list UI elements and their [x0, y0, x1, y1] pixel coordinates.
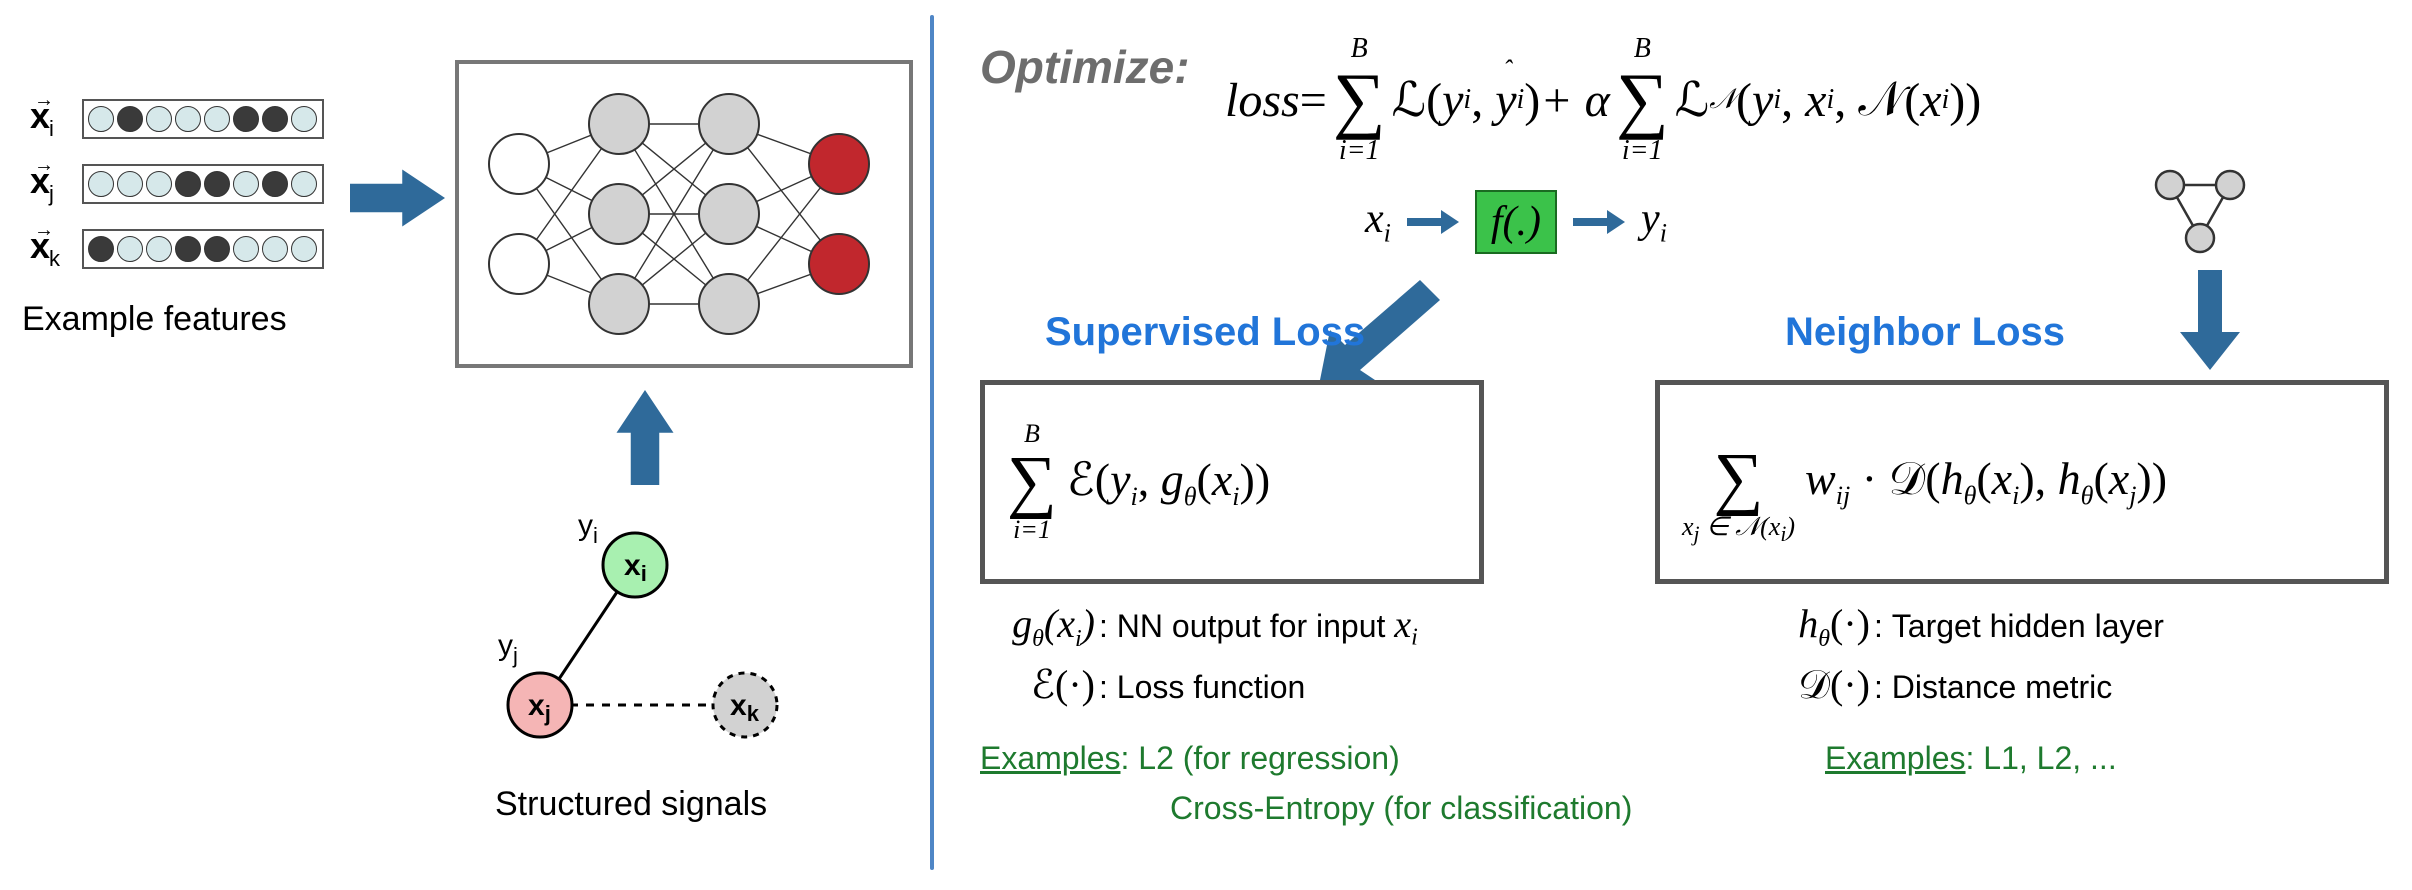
feature-vector-box: [82, 99, 324, 139]
svg-text:yi: yi: [578, 509, 598, 548]
feature-vector-xj: → xj: [30, 160, 324, 207]
supervised-examples-1: Examples: L2 (for regression): [980, 740, 1400, 777]
neighbor-loss-title: Neighbor Loss: [1785, 310, 2065, 355]
right-panel: Optimize: loss = B ∑ i=1 ℒ(yi, ˆyi) + α …: [925, 0, 2405, 890]
neural-network-diagram: [455, 60, 913, 368]
optimize-label: Optimize:: [980, 40, 1190, 94]
function-flow: xi f(.) yi: [1365, 190, 1667, 254]
feature-vector-label-xk: → xk: [30, 225, 82, 272]
function-box: f(.): [1475, 190, 1557, 254]
feature-vector-label-xi: → xi: [30, 95, 82, 142]
feature-vector-box: [82, 164, 324, 204]
arrow-up-icon: [615, 390, 675, 485]
feature-vector-box: [82, 229, 324, 269]
loss-equation: loss = B ∑ i=1 ℒ(yi, ˆyi) + α B ∑ i=1 ℒ𝒩…: [1225, 10, 1981, 190]
structured-signals-caption: Structured signals: [495, 785, 767, 824]
neighbor-loss-formula: ∑ xj ∈ 𝒩(xi) wij · 𝒟(hθ(xi), hθ(xj)): [1655, 380, 2389, 584]
supervised-loss-title: Supervised Loss: [1045, 310, 1365, 355]
structured-signals-graph: yi xi yj xj xk: [480, 505, 810, 765]
arrow-right-icon: [350, 168, 445, 228]
feature-vector-label-xj: → xj: [30, 160, 82, 207]
feature-vectors: → xi → xj → xk: [30, 95, 324, 291]
left-panel: → xi → xj → xk: [0, 0, 925, 890]
arrow-down-icon: [2180, 270, 2240, 370]
arrow-right-icon: [1407, 210, 1459, 234]
neighbor-examples: Examples: L1, L2, ...: [1825, 740, 2117, 777]
svg-text:yj: yj: [498, 629, 518, 668]
example-features-caption: Example features: [22, 300, 287, 339]
supervised-examples-2: Cross-Entropy (for classification): [1170, 790, 1632, 827]
supervised-loss-formula: B ∑ i=1 ℰ(yi, gθ(xi)): [980, 380, 1484, 584]
arrow-right-icon: [1573, 210, 1625, 234]
mini-graph-icon: [2145, 160, 2255, 260]
feature-vector-xk: → xk: [30, 225, 324, 272]
supervised-definitions: gθ(xi) : NN output for input xi ℰ(·) : L…: [955, 600, 1418, 716]
neighbor-definitions: hθ(·) : Target hidden layer 𝒟(·) : Dista…: [1730, 600, 2164, 716]
feature-vector-xi: → xi: [30, 95, 324, 142]
